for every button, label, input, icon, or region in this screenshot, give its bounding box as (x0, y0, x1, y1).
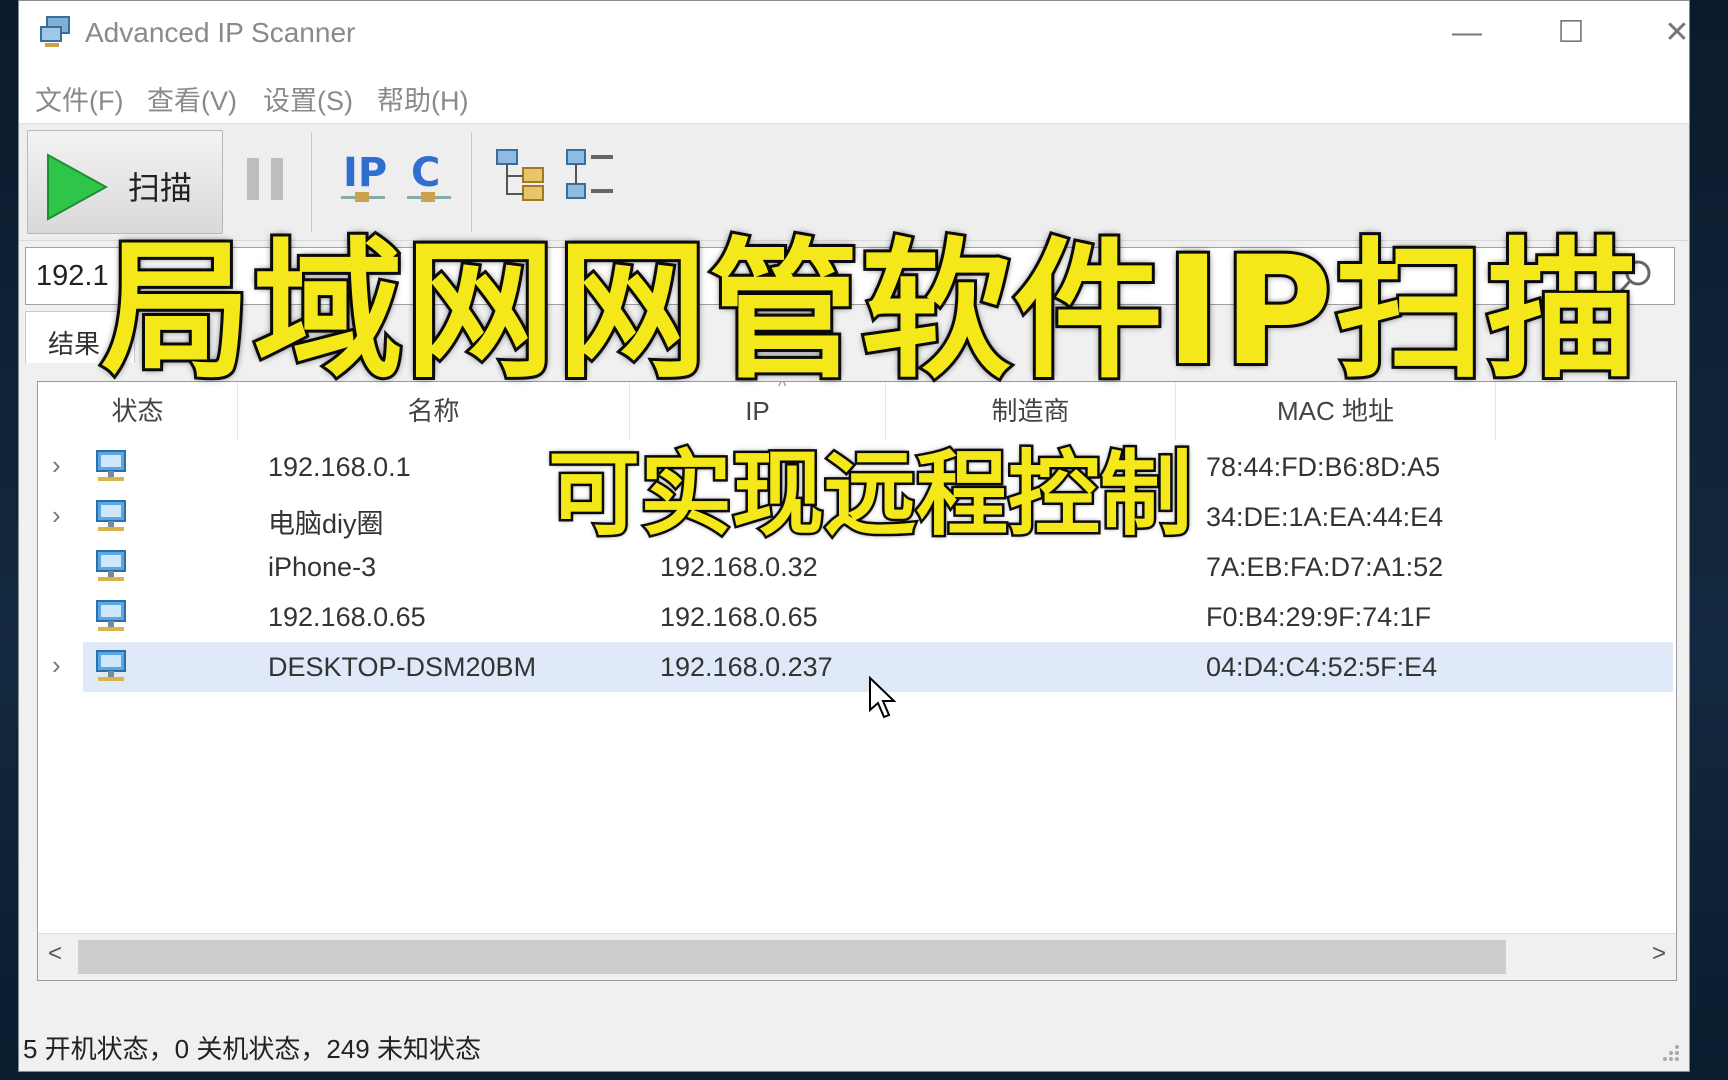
computer-online-icon (96, 650, 126, 681)
cell-ip: 192.168.0.32 (660, 552, 818, 582)
chevron-right-icon[interactable]: › (52, 450, 61, 481)
scroll-right-icon[interactable]: > (1652, 940, 1666, 968)
tab-results-label: 结果 (48, 329, 101, 359)
cell-mac: 04:D4:C4:52:5F:E4 (1206, 652, 1438, 682)
close-button[interactable]: ✕ (1647, 11, 1707, 55)
resize-grip-icon[interactable] (1659, 1041, 1681, 1063)
scrollbar-thumb[interactable] (78, 940, 1506, 974)
cell-name: 192.168.0.65 (268, 602, 426, 632)
computer-online-icon (96, 600, 126, 631)
computer-online-icon (96, 500, 126, 531)
chevron-right-icon[interactable]: › (52, 650, 61, 681)
computer-online-icon (96, 550, 126, 581)
scroll-left-icon[interactable]: < (48, 940, 62, 968)
overlay-title: 局域网网管软件IP扫描 (98, 222, 1640, 402)
menu-file[interactable]: 文件(F) (35, 79, 123, 118)
menu-help[interactable]: 帮助(H) (377, 79, 468, 118)
app-icon (40, 16, 70, 47)
cell-mac: 78:44:FD:B6:8D:A5 (1206, 452, 1441, 482)
cell-name: 电脑diy圈 (268, 509, 384, 539)
computer-online-icon (96, 450, 126, 481)
cell-name: 192.168.0.1 (268, 452, 411, 482)
chevron-right-icon[interactable]: › (52, 500, 61, 531)
cell-mac: F0:B4:29:9F:74:1F (1206, 602, 1432, 632)
overlay-subtitle: 可实现远程控制 (545, 439, 1194, 551)
table-row[interactable]: 192.168.0.65 192.168.0.65 F0:B4:29:9F:74:1… (38, 592, 1676, 642)
window-title: Advanced IP Scanner (85, 17, 356, 48)
status-text: 5 开机状态，0 关机状态，249 未知状态 (23, 1034, 481, 1064)
cell-ip: 192.168.0.65 (660, 602, 818, 632)
cell-mac: 7A:EB:FA:D7:A1:52 (1206, 552, 1444, 582)
menu-view[interactable]: 查看(V) (147, 79, 237, 118)
ip-range-value: 192.1 (36, 260, 109, 292)
menu-bar: 文件(F) 查看(V) 设置(S) 帮助(H) (19, 65, 1689, 124)
title-bar: Advanced IP Scanner — ☐ ✕ (19, 1, 1690, 65)
status-bar: 5 开机状态，0 关机状态，249 未知状态 (19, 1019, 1689, 1071)
minimize-button[interactable]: — (1437, 11, 1497, 55)
cell-mac: 34:DE:1A:EA:44:E4 (1206, 502, 1444, 532)
horizontal-scrollbar[interactable]: < > (38, 933, 1676, 980)
menu-settings[interactable]: 设置(S) (263, 79, 353, 118)
mouse-cursor-icon (869, 676, 897, 719)
cell-ip: 192.168.0.237 (660, 652, 833, 682)
maximize-button[interactable]: ☐ (1541, 11, 1601, 55)
table-row[interactable]: › DESKTOP-DSM20BM 192.168.0.237 04:D4:C4:52… (38, 642, 1676, 692)
cell-name: DESKTOP-DSM20BM (268, 652, 537, 682)
cell-name: iPhone-3 (268, 552, 377, 582)
